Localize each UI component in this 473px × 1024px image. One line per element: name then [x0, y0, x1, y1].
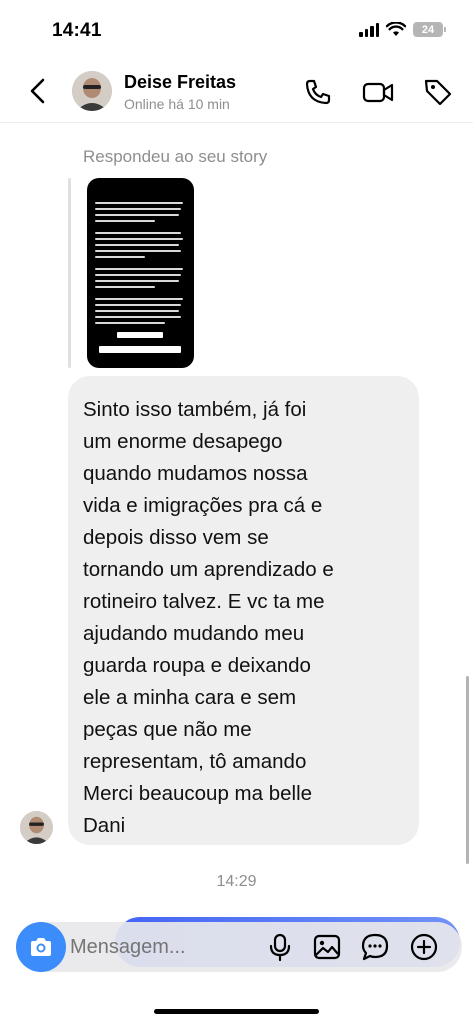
status-time: 14:41	[52, 20, 102, 41]
back-arrow-icon[interactable]	[22, 74, 56, 108]
signal-icon	[359, 22, 379, 37]
contact-name[interactable]: Deise Freitas	[124, 72, 236, 93]
reply-indicator-bar	[68, 178, 71, 368]
add-content-plus-icon[interactable]	[408, 931, 440, 963]
battery-level: 24	[421, 23, 435, 36]
status-icons: 24	[359, 22, 446, 37]
sticker-icon[interactable]	[359, 931, 391, 963]
camera-button[interactable]	[16, 922, 66, 972]
camera-icon	[31, 938, 51, 956]
contact-online-status: Online há 10 min	[124, 96, 230, 112]
timestamp-divider: 14:29	[216, 873, 257, 890]
scrollbar[interactable]	[466, 676, 469, 864]
message-input[interactable]	[70, 930, 260, 964]
phone-icon[interactable]	[302, 76, 334, 108]
message-text: Sinto isso também, já foi um enorme desa…	[83, 398, 334, 837]
wifi-icon	[386, 22, 406, 36]
microphone-icon[interactable]	[264, 931, 296, 963]
home-indicator[interactable]	[154, 1009, 319, 1014]
status-bar: 14:41 24	[0, 0, 473, 62]
contact-avatar[interactable]	[72, 71, 112, 111]
tag-icon[interactable]	[422, 76, 454, 108]
story-thumbnail[interactable]	[87, 178, 194, 368]
video-call-icon[interactable]	[362, 76, 394, 108]
sender-avatar[interactable]	[20, 811, 53, 844]
chat-header: Deise Freitas Online há 10 min	[0, 62, 473, 123]
gallery-icon[interactable]	[311, 931, 343, 963]
battery-icon: 24	[413, 22, 446, 37]
story-reply-label: Respondeu ao seu story	[83, 147, 268, 166]
